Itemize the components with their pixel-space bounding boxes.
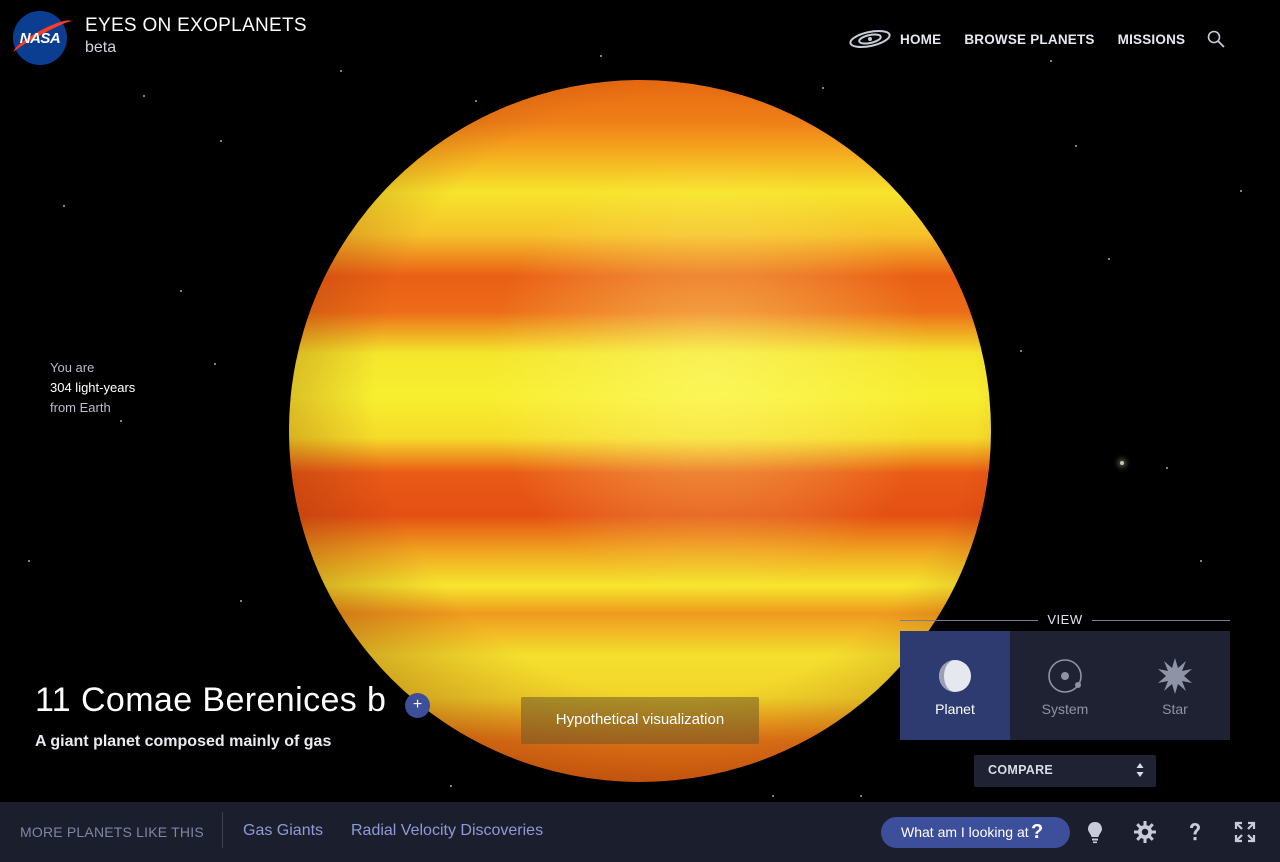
question-mark-icon: ? [1031, 821, 1044, 843]
view-planet-label: Planet [935, 701, 975, 717]
planet-visualization[interactable] [289, 80, 991, 782]
system-icon [1048, 659, 1082, 693]
category-gas-giants[interactable]: Gas Giants [243, 822, 323, 840]
category-radial-velocity[interactable]: Radial Velocity Discoveries [351, 822, 543, 840]
view-heading-label: VIEW [1047, 612, 1083, 627]
select-arrows-icon [1136, 763, 1144, 777]
nav-home[interactable]: HOME [900, 32, 941, 47]
view-heading: VIEW [900, 612, 1230, 628]
what-am-i-looking-at-label: What am I looking at [901, 824, 1029, 840]
bottom-divider [222, 812, 223, 848]
view-selector: Planet System Star [900, 631, 1230, 740]
distance-prefix: You are [50, 360, 95, 375]
compare-label: COMPARE [988, 763, 1054, 777]
view-star-label: Star [1162, 701, 1188, 717]
compare-dropdown[interactable]: COMPARE [974, 755, 1156, 787]
top-nav: HOME BROWSE PLANETS MISSIONS [848, 28, 1226, 50]
view-planet-button[interactable]: Planet [900, 631, 1010, 740]
bottom-bar: MORE PLANETS LIKE THIS Gas Giants Radial… [0, 802, 1280, 862]
view-star-button[interactable]: Star [1120, 631, 1230, 740]
view-system-button[interactable]: System [1010, 631, 1120, 740]
fullscreen-icon[interactable] [1233, 820, 1257, 844]
help-icon[interactable] [1183, 820, 1207, 844]
app-subtitle: beta [85, 39, 117, 56]
nasa-logo-text: NASA [19, 30, 61, 47]
nasa-logo[interactable]: NASA [10, 10, 76, 66]
planet-limb-shading [289, 80, 991, 782]
distance-readout: You are 304 light-years from Earth [50, 358, 135, 418]
lightbulb-icon[interactable] [1083, 820, 1107, 844]
search-icon[interactable] [1206, 29, 1226, 49]
gear-icon[interactable] [1133, 820, 1157, 844]
more-planets-label: MORE PLANETS LIKE THIS [20, 824, 204, 840]
planet-name: 11 Comae Berenices b [35, 681, 387, 719]
galaxy-icon[interactable] [848, 28, 892, 50]
what-am-i-looking-at-button[interactable]: What am I looking at ? [881, 817, 1070, 848]
planet-description: A giant planet composed mainly of gas [35, 733, 332, 750]
distance-suffix: from Earth [50, 400, 111, 415]
star-icon [1158, 658, 1192, 694]
planet-icon [939, 660, 971, 692]
view-system-label: System [1041, 701, 1089, 717]
planet-details-button[interactable]: + [405, 693, 430, 718]
hypothetical-visualization-label: Hypothetical visualization [521, 697, 759, 744]
distance-value: 304 light-years [50, 380, 136, 395]
nav-missions[interactable]: MISSIONS [1118, 32, 1186, 47]
nav-browse-planets[interactable]: BROWSE PLANETS [964, 32, 1094, 47]
app-title[interactable]: EYES ON EXOPLANETS [85, 15, 307, 37]
